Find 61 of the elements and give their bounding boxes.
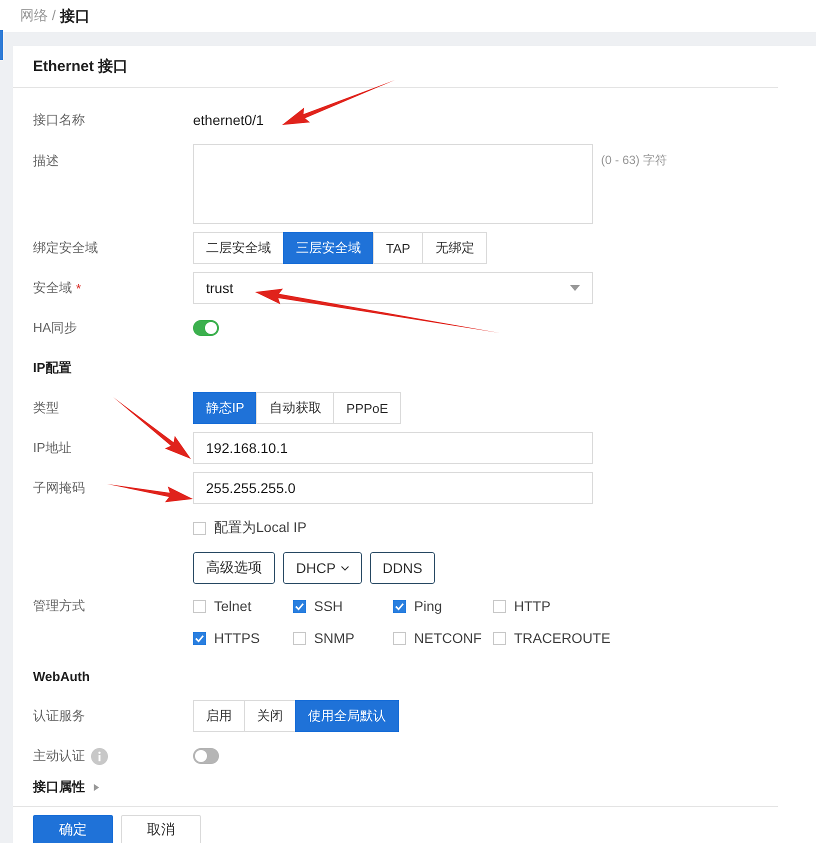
toggle-switch[interactable]	[193, 320, 219, 336]
section-title: 接口属性	[33, 778, 85, 796]
segment-option[interactable]: PPPoE	[333, 392, 402, 424]
field-label: 安全域	[33, 279, 72, 297]
info-icon[interactable]	[91, 748, 108, 764]
field-label: 绑定安全域	[33, 239, 98, 257]
checkbox-label: Ping	[414, 598, 442, 614]
field-label: 接口名称	[33, 111, 85, 129]
segment-option[interactable]: 自动获取	[256, 392, 334, 424]
checkbox[interactable]	[493, 600, 506, 612]
segment-option[interactable]: 使用全局默认	[295, 700, 399, 732]
segment-option[interactable]: 二层安全域	[193, 232, 284, 264]
field-label: 描述	[33, 152, 59, 170]
checkbox-label: 配置为Local IP	[214, 519, 307, 537]
card-title: Ethernet 接口	[33, 57, 128, 76]
checkbox[interactable]	[193, 522, 206, 534]
checkbox[interactable]	[393, 600, 406, 612]
section-title: IP配置	[33, 359, 72, 377]
field-label: IP地址	[33, 439, 72, 457]
checkbox[interactable]	[393, 632, 406, 644]
option-button[interactable]: 高级选项	[193, 552, 275, 584]
checkbox-label: HTTP	[514, 598, 551, 614]
toggle-switch[interactable]	[193, 748, 219, 764]
field-label: HA同步	[33, 319, 78, 337]
checkbox[interactable]	[293, 600, 306, 612]
field-label: 管理方式	[33, 597, 85, 615]
checkbox-label: Telnet	[214, 598, 252, 614]
checkbox-label: HTTPS	[214, 630, 260, 646]
checkbox-label: SSH	[314, 598, 343, 614]
segment-option[interactable]: 启用	[193, 700, 245, 732]
option-button[interactable]: DDNS	[370, 552, 436, 584]
description-field[interactable]	[193, 144, 593, 224]
checkbox[interactable]	[193, 632, 206, 644]
zone-select[interactable]: trust	[193, 272, 593, 304]
caret-icon	[570, 285, 580, 291]
checkbox[interactable]	[293, 632, 306, 644]
segment-option[interactable]: 三层安全域	[283, 232, 374, 264]
checkbox-label: NETCONF	[414, 630, 482, 646]
confirm-button[interactable]: 确定	[33, 815, 113, 843]
cancel-button[interactable]: 取消	[121, 815, 201, 843]
field-label: 类型	[33, 399, 59, 417]
segment-option[interactable]: TAP	[373, 232, 424, 264]
option-button[interactable]: DHCP	[283, 552, 362, 584]
field-hint: (0 - 63) 字符	[601, 152, 668, 169]
input-field[interactable]: 255.255.255.0	[193, 472, 593, 504]
segment-option[interactable]: 关闭	[244, 700, 296, 732]
field-label: 子网掩码	[33, 479, 85, 497]
field-value: ethernet0/1	[193, 112, 264, 128]
field-label: 认证服务	[33, 707, 85, 725]
checkbox[interactable]	[193, 600, 206, 612]
required-mark: *	[76, 280, 82, 296]
checkbox[interactable]	[493, 632, 506, 644]
breadcrumb-current: 接口	[60, 6, 90, 26]
checkbox-label: TRACEROUTE	[514, 630, 610, 646]
segment-option[interactable]: 无绑定	[422, 232, 488, 264]
field-label: 主动认证	[33, 747, 85, 765]
section-title: WebAuth	[33, 668, 90, 684]
input-field[interactable]: 192.168.10.1	[193, 432, 593, 464]
expand-icon[interactable]	[93, 782, 100, 792]
segment-option[interactable]: 静态IP	[193, 392, 258, 424]
checkbox-label: SNMP	[314, 630, 354, 646]
